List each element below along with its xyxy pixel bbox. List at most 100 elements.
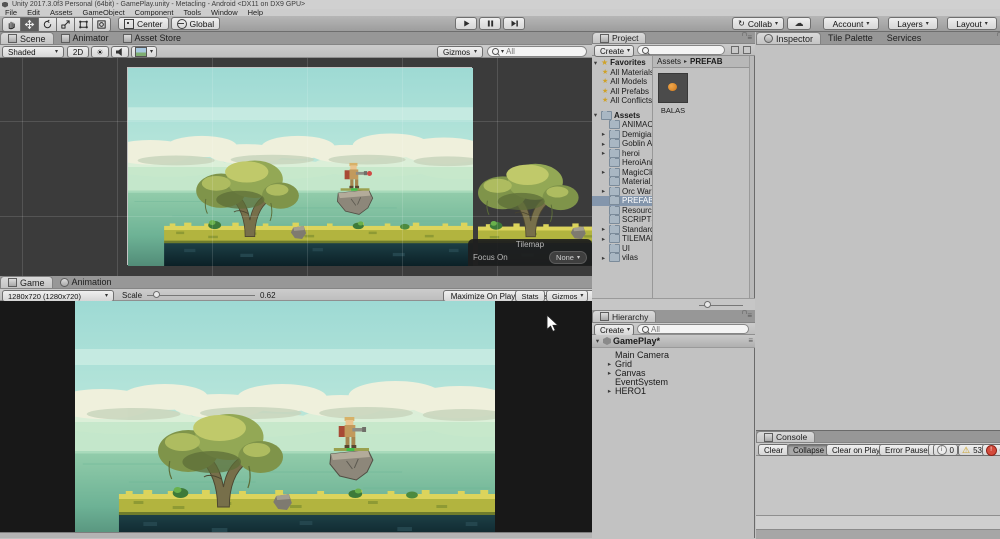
folder-row[interactable]: ▸ heroi: [592, 148, 652, 159]
folder-row[interactable]: Resources: [592, 205, 652, 216]
scene-search-field[interactable]: ▾: [487, 46, 587, 57]
focus-on-dropdown[interactable]: None ▾: [549, 251, 587, 264]
console-info-filter[interactable]: 0: [932, 444, 958, 456]
project-vscrollbar[interactable]: [749, 56, 754, 298]
pause-button[interactable]: [479, 17, 501, 30]
asset-item-balas[interactable]: BALAS: [656, 73, 690, 115]
folder-row[interactable]: HeroiAnim: [592, 158, 652, 168]
folder-row[interactable]: ▸Orc Warrior: [592, 186, 652, 197]
game-hscrollbar[interactable]: [0, 532, 592, 538]
thumbnail-zoom-knob[interactable]: [704, 301, 711, 308]
transform-tool-icon[interactable]: [93, 17, 111, 32]
pivot-center-button[interactable]: Center: [118, 17, 169, 30]
tab-services[interactable]: Services: [880, 32, 929, 44]
project-search-input[interactable]: [651, 45, 720, 55]
toolbar-right-group: ↻ Collab ▾ ☁ Account ▾ Layers ▾ Layout ▾: [732, 17, 997, 30]
folder-row[interactable]: ▸ vilas: [592, 253, 652, 263]
folder-row[interactable]: ▸Goblin Archer: [592, 139, 652, 149]
favorite-item[interactable]: ★ All Models: [592, 77, 652, 87]
scale-slider-knob[interactable]: [153, 291, 160, 298]
console-clear-on-play-button[interactable]: Clear on Play: [826, 444, 887, 456]
tab-game[interactable]: Game: [0, 276, 53, 288]
breadcrumb-root[interactable]: Assets: [657, 57, 681, 66]
bullet-sprite: [367, 171, 372, 176]
scene-row-menu-icon[interactable]: ≡: [748, 337, 753, 345]
tab-inspector[interactable]: Inspector: [756, 32, 822, 44]
grid-line: [402, 58, 403, 276]
shading-mode-dropdown[interactable]: Shaded ▾: [2, 46, 64, 58]
lighting-toggle-button[interactable]: ☀: [91, 46, 109, 58]
console-collapse-button[interactable]: Collapse: [787, 444, 831, 456]
assets-root[interactable]: ▾ Assets: [592, 110, 652, 121]
scale-tool-icon[interactable]: [57, 17, 75, 32]
step-button[interactable]: [503, 17, 525, 30]
animation-tab-icon: [59, 277, 69, 287]
tab-hierarchy[interactable]: Hierarchy: [592, 310, 657, 322]
tab-scene[interactable]: Scene: [0, 32, 54, 44]
collab-refresh-icon: ↻: [738, 19, 745, 28]
folder-row[interactable]: Material_Fi: [592, 177, 652, 187]
project-panel-menu-icon[interactable]: ≡: [747, 34, 752, 42]
search-by-label-icon[interactable]: [743, 46, 751, 54]
search-icon: [492, 48, 499, 55]
folder-icon: [609, 120, 620, 130]
favorite-item[interactable]: ★ All Conflicts: [592, 96, 652, 106]
play-button[interactable]: [455, 17, 477, 30]
2d-toggle-button[interactable]: 2D: [67, 46, 89, 58]
scene-search-input[interactable]: [506, 47, 582, 56]
hierarchy-item[interactable]: Main Camera: [592, 350, 755, 359]
hierarchy-search-field[interactable]: [637, 324, 749, 334]
collab-button[interactable]: ↻ Collab ▾: [732, 17, 784, 30]
hierarchy-item[interactable]: EventSystem: [592, 377, 755, 386]
tab-animator[interactable]: Animator: [54, 32, 116, 44]
folder-row[interactable]: ▸Standard Assets: [592, 224, 652, 235]
folder-row[interactable]: ▸TILEMAP: [592, 234, 652, 244]
hierarchy-item[interactable]: ▸ Grid: [592, 359, 755, 368]
layers-button[interactable]: Layers ▾: [888, 17, 938, 30]
account-button[interactable]: Account ▾: [823, 17, 879, 30]
tab-console[interactable]: Console: [756, 431, 816, 442]
tab-project[interactable]: Project: [592, 32, 647, 43]
hierarchy-search-input[interactable]: [651, 324, 744, 334]
hand-tool-icon[interactable]: [2, 17, 21, 32]
layout-button[interactable]: Layout ▾: [947, 17, 997, 30]
search-by-type-icon[interactable]: [731, 46, 739, 54]
folder-row[interactable]: SCRIPTS: [592, 215, 652, 225]
breadcrumb-current[interactable]: PREFAB: [690, 57, 722, 66]
scale-slider-track[interactable]: [147, 295, 255, 296]
rect-tool-icon[interactable]: [75, 17, 93, 32]
console-error-filter[interactable]: 0: [981, 444, 1000, 456]
game-viewport[interactable]: [0, 301, 592, 532]
move-tool-icon[interactable]: [21, 17, 39, 32]
hierarchy-panel-menu-icon[interactable]: ≡: [747, 312, 752, 320]
hierarchy-item[interactable]: ▸ HERO1: [592, 386, 755, 395]
folder-row[interactable]: ▸MagicCliffs: [592, 167, 652, 178]
tab-asset-store[interactable]: Asset Store: [116, 32, 189, 44]
folder-icon: [609, 148, 620, 158]
project-search-field[interactable]: [637, 45, 725, 55]
scene-viewport[interactable]: Tilemap Focus On None ▾: [0, 58, 592, 276]
effects-dropdown[interactable]: ▾: [131, 46, 157, 58]
folder-row[interactable]: ▸Demigiant: [592, 129, 652, 140]
scene-root-row[interactable]: ▾ GamePlay* ≡: [592, 335, 755, 348]
console-clear-button[interactable]: Clear: [758, 444, 790, 456]
folder-row[interactable]: ANIMACAO: [592, 120, 652, 130]
scene-gizmos-dropdown[interactable]: Gizmos ▾: [437, 46, 483, 58]
pivot-global-button[interactable]: Global: [170, 17, 221, 30]
folder-row[interactable]: UI: [592, 243, 652, 254]
folder-row-selected[interactable]: PREFAB: [592, 196, 652, 206]
favorite-item[interactable]: ★ All Prefabs: [592, 87, 652, 97]
tab-tile-palette[interactable]: Tile Palette: [821, 32, 880, 44]
cloud-button[interactable]: ☁: [787, 17, 811, 30]
rotate-tool-icon[interactable]: [39, 17, 57, 32]
favorites-star-icon: ★: [601, 58, 609, 67]
grid-line: [212, 58, 213, 276]
console-log-list[interactable]: [756, 456, 1000, 515]
console-error-pause-button[interactable]: Error Pause: [879, 444, 934, 456]
favorites-root[interactable]: ▾ ★ Favorites: [592, 58, 652, 68]
hierarchy-item[interactable]: ▸ Canvas: [592, 368, 755, 377]
tab-animation[interactable]: Animation: [53, 276, 119, 288]
audio-toggle-button[interactable]: [111, 46, 129, 58]
favorite-search-icon: ★: [602, 78, 609, 86]
favorite-item[interactable]: ★ All Materials: [592, 68, 652, 78]
